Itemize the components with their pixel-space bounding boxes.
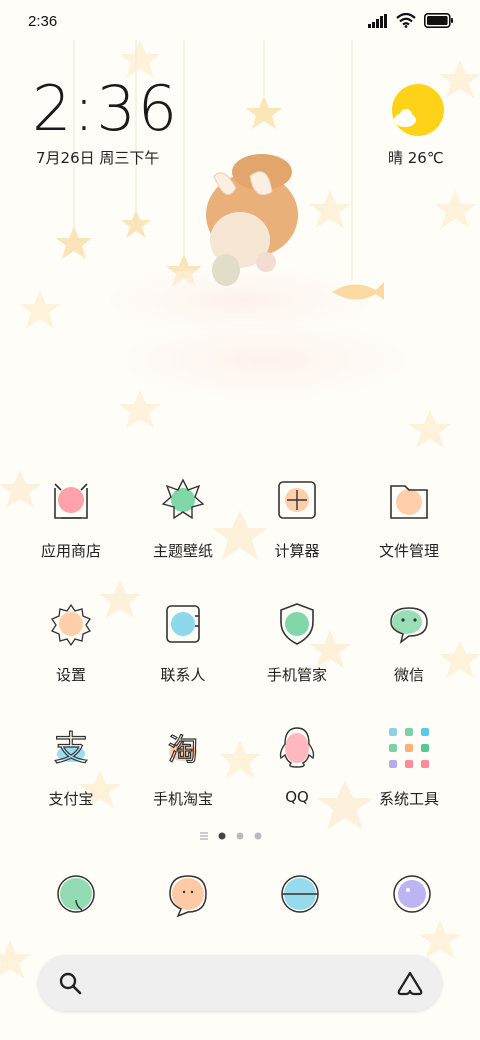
clock-time[interactable]: 2:36	[32, 78, 179, 140]
page-dot-active	[218, 832, 226, 840]
clock-date[interactable]: 7月26日 周三下午	[36, 147, 159, 168]
app-label: 设置	[55, 666, 86, 684]
themes-icon	[161, 478, 205, 520]
app-settings[interactable]: 设置	[16, 600, 126, 685]
settings-icon	[51, 603, 91, 647]
app-label: 主题壁纸	[152, 542, 213, 560]
signal-icon	[368, 13, 387, 28]
folder-system-tools[interactable]: 系统工具	[354, 724, 464, 809]
calculator-icon	[278, 481, 316, 519]
svg-text:淘: 淘	[168, 733, 198, 768]
app-alipay[interactable]: 支 支付宝	[16, 724, 126, 809]
app-themes[interactable]: 主题壁纸	[128, 476, 238, 561]
page-indicator[interactable]	[200, 830, 280, 842]
svg-text:支: 支	[54, 729, 88, 769]
app-security[interactable]: 手机管家	[242, 600, 352, 685]
app-label: 应用商店	[40, 542, 101, 560]
app-app-store[interactable]: 应用商店	[16, 476, 126, 561]
qq-icon	[279, 727, 315, 768]
status-icons	[368, 13, 454, 28]
contacts-icon	[166, 605, 200, 643]
security-icon	[280, 603, 314, 645]
app-taobao[interactable]: 淘 手机淘宝	[128, 724, 238, 809]
search-bar[interactable]	[38, 955, 442, 1011]
app-contacts[interactable]: 联系人	[128, 600, 238, 685]
page-dot	[236, 832, 244, 840]
app-label: 手机淘宝	[152, 790, 213, 808]
app-label: 计算器	[274, 542, 320, 560]
app-label: QQ	[285, 788, 309, 806]
app-label: 系统工具	[378, 790, 439, 808]
phone-icon[interactable]	[52, 870, 100, 918]
home-page-lines-icon	[200, 832, 208, 840]
status-bar: 2:36	[0, 0, 480, 42]
taobao-icon: 淘	[167, 732, 198, 768]
status-time: 2:36	[28, 13, 58, 30]
page-dot	[254, 832, 262, 840]
system-tools-folder-icon	[389, 728, 429, 768]
search-icon[interactable]	[58, 971, 82, 995]
app-label: 联系人	[160, 666, 206, 684]
weather-temperature[interactable]: 晴 26℃	[388, 147, 444, 168]
alipay-icon: 支	[53, 728, 88, 769]
app-label: 支付宝	[48, 790, 94, 808]
app-qq[interactable]: QQ	[242, 724, 352, 806]
browser-icon[interactable]	[276, 870, 324, 918]
app-calculator[interactable]: 计算器	[242, 476, 352, 561]
app-wechat[interactable]: 微信	[354, 600, 464, 685]
sunny-cloud-icon[interactable]	[392, 84, 444, 136]
file-manager-icon	[390, 485, 428, 519]
assistant-icon[interactable]	[396, 969, 424, 997]
app-store-icon	[54, 483, 88, 519]
app-label: 文件管理	[378, 542, 439, 560]
app-file-manager[interactable]: 文件管理	[354, 476, 464, 561]
messages-icon[interactable]	[164, 870, 212, 918]
app-label: 手机管家	[266, 666, 327, 684]
wifi-icon	[396, 13, 416, 28]
battery-icon	[424, 13, 453, 28]
app-label: 微信	[393, 666, 424, 684]
camera-icon[interactable]	[388, 870, 436, 918]
wechat-icon	[390, 607, 428, 644]
